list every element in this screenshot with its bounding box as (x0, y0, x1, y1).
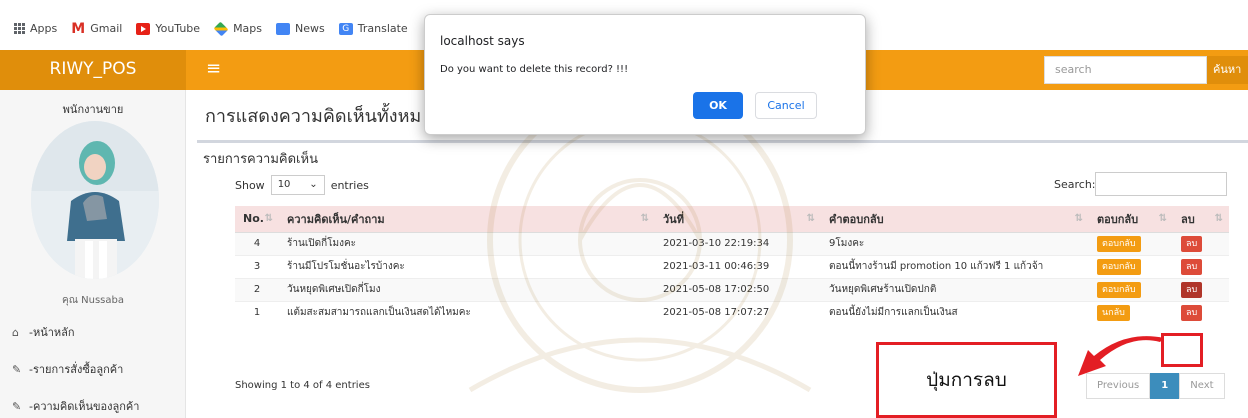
bookmark-gmail[interactable]: M Gmail (71, 20, 122, 37)
table-search-label: Search: (1054, 178, 1096, 191)
chevron-down-icon: ⌄ (309, 179, 318, 190)
col-answer[interactable]: คำตอบกลับ ⇅ (821, 206, 1089, 233)
gmail-icon: M (71, 20, 86, 37)
cancel-button[interactable]: Cancel (755, 92, 817, 119)
confirm-dialog: localhost says Do you want to delete thi… (424, 14, 866, 135)
table-row: 2 วันหยุดพิเศษเปิดกี่โมง 2021-05-08 17:0… (235, 277, 1229, 301)
delete-button[interactable]: ลบ (1181, 235, 1203, 252)
dialog-title: localhost says (440, 34, 525, 48)
reply-button[interactable]: นกลับ (1097, 304, 1130, 321)
bookmark-news[interactable]: News (276, 22, 325, 35)
sort-icon: ⇅ (1214, 213, 1224, 224)
delete-button[interactable]: ลบ (1181, 258, 1203, 275)
table-row: 4 ร้านเปิดกี่โมงคะ 2021-03-10 22:19:34 9… (235, 231, 1229, 255)
edit-icon: ✎ (12, 362, 22, 376)
youtube-icon (136, 22, 151, 35)
table-info: Showing 1 to 4 of 4 entries (235, 380, 370, 391)
avatar (31, 121, 159, 279)
main-content: การแสดงความคิดเห็นทั้งหม รายการความคิดเห… (187, 90, 1248, 418)
dialog-message: Do you want to delete this record? !!! (440, 64, 629, 75)
pager-page-1[interactable]: 1 (1150, 373, 1180, 399)
col-no[interactable]: No. ⇅ (235, 206, 279, 233)
delete-button[interactable]: ลบ (1181, 281, 1203, 298)
header-search-input[interactable]: search (1044, 56, 1207, 84)
table-search-input[interactable] (1095, 172, 1227, 196)
hamburger-menu-icon[interactable]: ≡ (206, 60, 221, 78)
bookmark-translate[interactable]: G Translate (338, 22, 408, 35)
sidebar-menu: ⌂ -หน้าหลัก ✎ -รายการสั่งซื้อลูกค้า ✎ -ค… (12, 322, 182, 418)
annotation-label: ปุ่มการลบ (876, 342, 1057, 418)
reply-button[interactable]: ตอบกลับ (1097, 235, 1141, 252)
sidebar-item-orders[interactable]: ✎ -รายการสั่งซื้อลูกค้า (12, 359, 182, 379)
translate-icon: G (338, 22, 353, 35)
apps-icon (14, 23, 25, 34)
brand-logo[interactable]: RIWY_POS (0, 50, 186, 90)
show-entries-control: Show 10 ⌄ entries (235, 175, 369, 195)
user-role: พนักงานขาย (62, 103, 124, 116)
sort-icon: ⇅ (1158, 213, 1168, 224)
box-title: รายการความคิดเห็น (203, 152, 318, 167)
user-name: คุณ Nussaba (62, 295, 124, 306)
pager-previous[interactable]: Previous (1086, 373, 1151, 399)
sidebar-item-comments[interactable]: ✎ -ความคิดเห็นของลูกค้า (12, 396, 182, 416)
entries-select[interactable]: 10 ⌄ (270, 175, 325, 195)
home-icon: ⌂ (12, 325, 19, 339)
col-comment[interactable]: ความคิดเห็น/คำถาม ⇅ (279, 206, 655, 233)
ok-button[interactable]: OK (693, 92, 743, 119)
pagination: Previous 1 Next (1086, 373, 1225, 399)
pager-next[interactable]: Next (1179, 373, 1225, 399)
delete-button[interactable]: ลบ (1181, 304, 1203, 321)
page-title: การแสดงความคิดเห็นทั้งหม (205, 106, 422, 127)
col-date[interactable]: วันที่ ⇅ (655, 206, 821, 233)
table-header-row: No. ⇅ ความคิดเห็น/คำถาม ⇅ วันที่ ⇅ คำตอบกลั… (235, 206, 1229, 233)
bookmark-youtube[interactable]: YouTube (136, 22, 200, 35)
bookmark-apps[interactable]: Apps (14, 22, 57, 35)
edit-icon: ✎ (12, 399, 22, 413)
sort-icon: ⇅ (1074, 213, 1084, 224)
col-delete[interactable]: ลบ ⇅ (1173, 206, 1229, 233)
sort-icon: ⇅ (640, 213, 650, 224)
col-reply[interactable]: ตอบกลับ ⇅ (1089, 206, 1173, 233)
reply-button[interactable]: ตอบกลับ (1097, 258, 1141, 275)
maps-icon (213, 21, 229, 36)
sidebar-item-home[interactable]: ⌂ -หน้าหลัก (12, 322, 182, 342)
page-root: Apps M Gmail YouTube Maps News G Transla… (0, 0, 1248, 418)
table-row: 1 แต้มสะสมสามารถแลกเป็นเงินสดได้ไหมคะ 20… (235, 300, 1229, 324)
sort-icon: ⇅ (806, 213, 816, 224)
table-row: 3 ร้านมีโปรโมชั่นอะไรบ้างคะ 2021-03-11 0… (235, 254, 1229, 278)
news-icon (276, 22, 291, 35)
header-search-button[interactable]: ค้นหา (1207, 56, 1248, 84)
comments-table: No. ⇅ ความคิดเห็น/คำถาม ⇅ วันที่ ⇅ คำตอบกลั… (235, 206, 1229, 324)
sort-icon: ⇅ (264, 213, 274, 224)
reply-button[interactable]: ตอบกลับ (1097, 281, 1141, 298)
bookmark-maps[interactable]: Maps (213, 21, 262, 36)
annotation-highlight (1161, 333, 1203, 367)
avatar-photo (31, 121, 159, 279)
sidebar: พนักงานขาย คุณ Nussaba ⌂ -หน้าหลัก ✎ -รา… (0, 90, 186, 418)
